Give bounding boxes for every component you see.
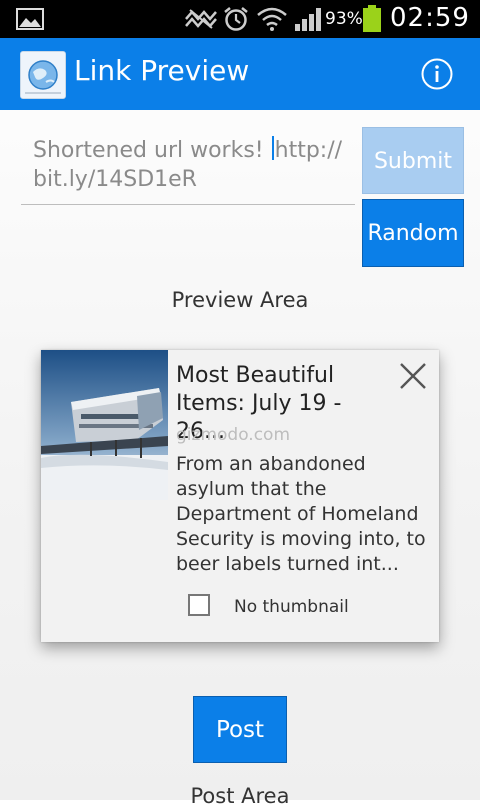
alarm-icon bbox=[224, 7, 248, 31]
preview-domain: gizmodo.com bbox=[176, 425, 291, 445]
battery-icon bbox=[363, 5, 381, 32]
wifi-icon bbox=[257, 7, 287, 31]
no-thumbnail-checkbox[interactable] bbox=[188, 594, 210, 616]
post-area-label: Post Area bbox=[190, 784, 290, 808]
mute-icon bbox=[185, 9, 217, 29]
text-caret bbox=[271, 136, 274, 160]
preview-thumbnail bbox=[41, 350, 168, 500]
signal-icon bbox=[295, 8, 321, 31]
url-text-before-caret: Shortened url works! bbox=[33, 138, 271, 163]
submit-button[interactable]: Submit bbox=[362, 127, 464, 194]
gallery-icon bbox=[16, 8, 44, 30]
preview-area-label: Preview Area bbox=[171, 288, 309, 312]
battery-percent: 93% bbox=[325, 9, 363, 29]
url-input[interactable]: Shortened url works! http://bit.ly/14SD1… bbox=[21, 130, 355, 205]
post-button[interactable]: Post bbox=[193, 696, 287, 763]
app-globe-icon bbox=[20, 51, 66, 99]
info-icon[interactable] bbox=[421, 58, 453, 90]
action-bar: Link Preview bbox=[0, 38, 480, 110]
app-title: Link Preview bbox=[74, 54, 250, 87]
random-button[interactable]: Random bbox=[362, 199, 464, 267]
link-preview-card[interactable]: Most Beautiful Items: July 19 - 26... gi… bbox=[41, 350, 439, 642]
preview-description: From an abandoned asylum that the Depart… bbox=[176, 453, 426, 575]
no-thumbnail-label[interactable]: No thumbnail bbox=[234, 597, 349, 617]
clock: 02:59 bbox=[390, 3, 470, 33]
status-bar: 93% 02:59 bbox=[0, 0, 480, 38]
close-icon[interactable] bbox=[397, 360, 429, 392]
url-input-text[interactable]: Shortened url works! http://bit.ly/14SD1… bbox=[33, 136, 353, 194]
